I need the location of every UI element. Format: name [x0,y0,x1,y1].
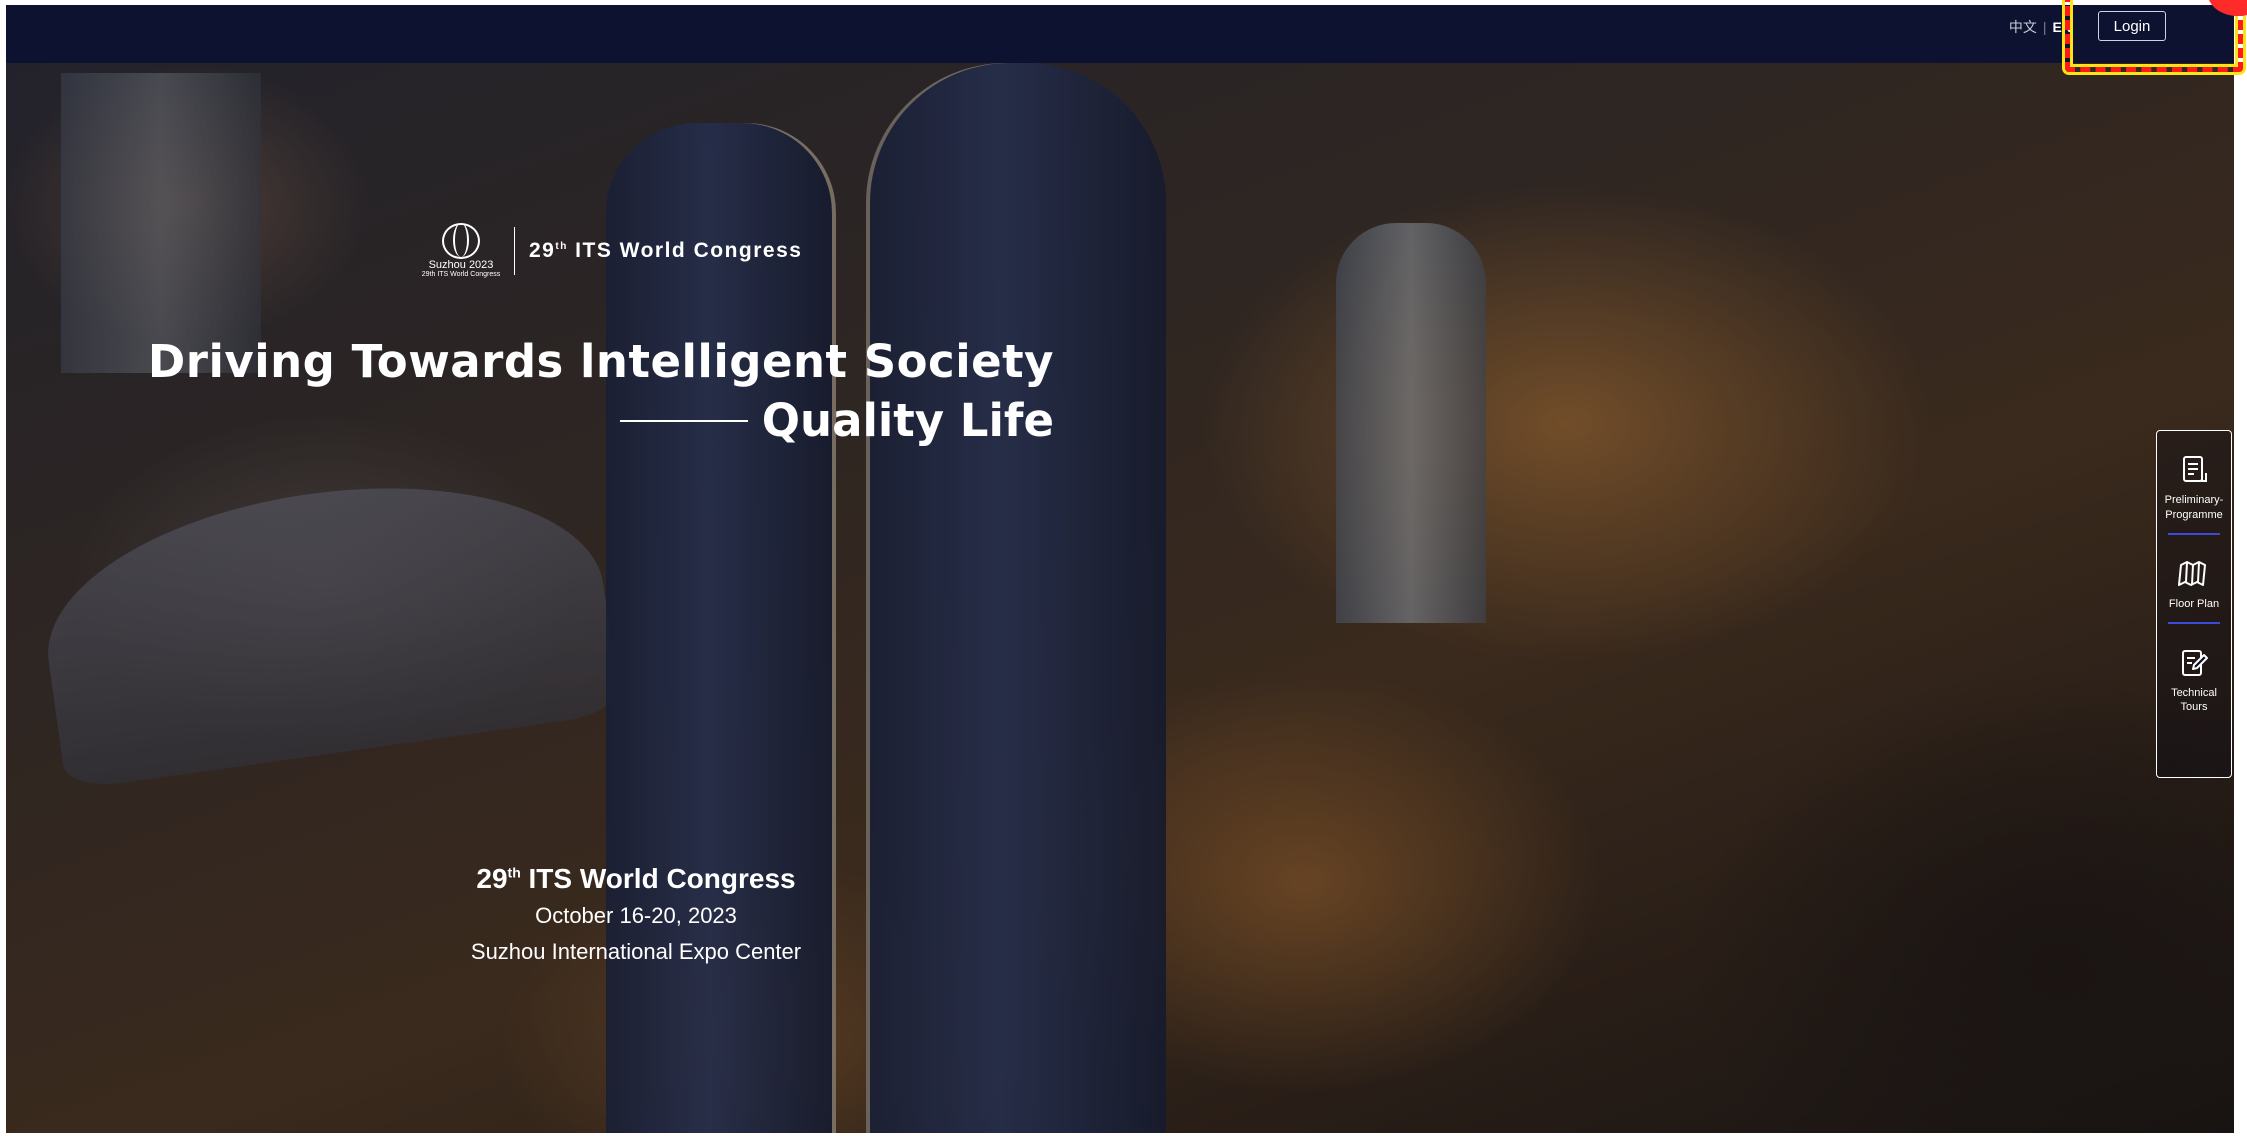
login-button[interactable]: Login [2098,11,2166,41]
page-frame: 中文 | EN Login Suzhou 2023 29th ITS World C… [6,5,2234,1133]
hero-banner: Suzhou 2023 29th ITS World Congress 29th… [6,63,2234,1133]
brand-title: 29th ITS World Congress [529,239,803,262]
hero-headline: Driving Towards lntelligent Society Qual… [148,335,1054,447]
globe-icon [442,223,480,260]
top-navigation-bar: 中文 | EN Login [6,5,2234,63]
edit-document-icon [2182,649,2208,676]
brand-divider [514,227,515,275]
side-item-floor-plan[interactable]: Floor Plan [2157,535,2231,624]
headline-rule [619,419,748,422]
brand-lockup: Suzhou 2023 29th ITS World Congress 29th… [418,223,802,279]
logo-subtext: 29th ITS World Congress [421,271,501,279]
document-icon [2183,456,2207,482]
logo-text: Suzhou 2023 [428,259,494,272]
side-item-label: Preliminary-Programme [2164,494,2224,521]
lang-en-link[interactable]: EN [2053,19,2072,35]
language-switcher: 中文 | EN [2009,17,2072,37]
event-venue: Suzhou International Expo Center [470,939,802,964]
side-item-label: Floor Plan [2168,597,2220,610]
headline-line-1: Driving Towards lntelligent Society [147,335,1054,388]
side-item-label: Technical Tours [2171,686,2217,714]
event-date: October 16-20, 2023 [535,903,737,928]
map-icon [2178,560,2206,586]
hero-overlay [6,63,2234,1133]
headline-line-2-row: Quality Life [148,394,1054,447]
side-item-preliminary-programme[interactable]: Preliminary-Programme [2157,431,2231,535]
side-item-technical-tours[interactable]: Technical Tours [2157,624,2231,716]
congress-logo: Suzhou 2023 29th ITS World Congress [418,223,504,279]
lang-separator: | [2042,19,2047,35]
event-info: 29th ITS World Congress October 16-20, 2… [406,863,866,965]
event-name: 29th ITS World Congress [476,863,796,894]
lang-zh-link[interactable]: 中文 [2009,19,2037,35]
floating-side-menu: Preliminary-Programme Floor Plan Technic… [2156,430,2232,778]
headline-line-2: Quality Life [761,394,1054,447]
